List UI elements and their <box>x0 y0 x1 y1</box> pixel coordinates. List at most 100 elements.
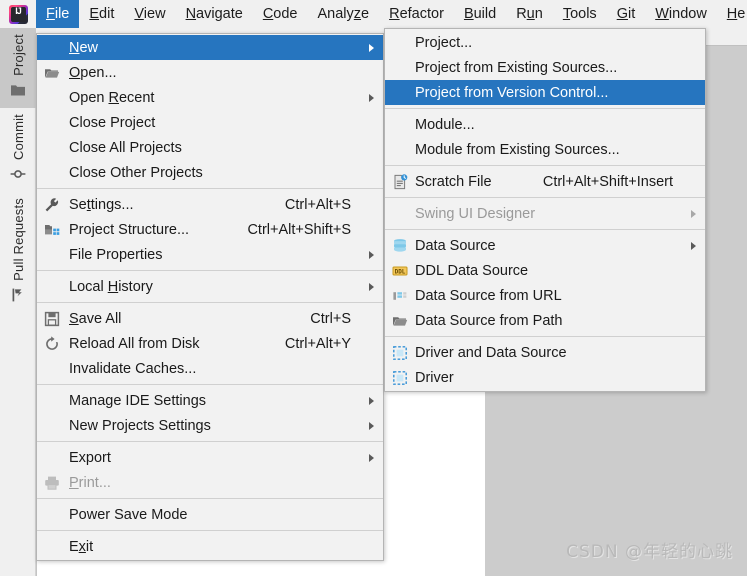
menu-item-new-projects-settings[interactable]: New Projects Settings <box>37 413 383 438</box>
menubar-item-code[interactable]: Code <box>253 0 308 28</box>
menu-item-print: Print... <box>37 470 383 495</box>
left-tool-strip: Project Commit Pull Requests <box>0 28 36 576</box>
menubar-item-label: Tools <box>562 6 597 22</box>
menu-item-close-project[interactable]: Close Project <box>37 110 383 135</box>
menu-item-data-source-from-url[interactable]: Data Source from URL <box>385 283 705 308</box>
menu-separator <box>385 108 705 109</box>
menu-item-label: Open Recent <box>69 89 155 106</box>
menu-item-data-source-from-path[interactable]: Data Source from Path <box>385 308 705 333</box>
menu-bar: File Edit View Navigate Code Analyze Refactor B… <box>0 0 747 28</box>
menubar-item-label: File <box>46 6 70 22</box>
menu-item-label: Local History <box>69 278 153 295</box>
menubar-item-label: Edit <box>89 6 115 22</box>
menu-item-swing-ui-designer: Swing UI Designer <box>385 201 705 226</box>
menu-item-project[interactable]: Project... <box>385 30 705 55</box>
menu-item-close-all-projects[interactable]: Close All Projects <box>37 135 383 160</box>
menu-item-invalidate-caches[interactable]: Invalidate Caches... <box>37 356 383 381</box>
menubar-item-view[interactable]: View <box>124 0 175 28</box>
chevron-right-icon <box>363 453 383 462</box>
menu-item-export[interactable]: Export <box>37 445 383 470</box>
menubar-item-edit[interactable]: Edit <box>79 0 124 28</box>
menu-item-data-source[interactable]: Data Source <box>385 233 705 258</box>
tool-window-tab-label: Pull Requests <box>10 197 26 281</box>
menu-item-open-recent[interactable]: Open Recent <box>37 85 383 110</box>
menu-item-label: DDL Data Source <box>415 262 529 279</box>
menubar-item-build[interactable]: Build <box>454 0 506 28</box>
menu-item-project-from-existing-sources[interactable]: Project from Existing Sources... <box>385 55 705 80</box>
menu-item-module[interactable]: Module... <box>385 112 705 137</box>
menu-item-label: Save All <box>69 310 122 327</box>
menu-item-label: Open... <box>69 64 117 81</box>
menu-item-project-from-version-control[interactable]: Project from Version Control... <box>385 80 705 105</box>
menu-item-file-properties[interactable]: File Properties <box>37 242 383 267</box>
menu-item-label: Driver <box>415 369 454 386</box>
menu-item-driver[interactable]: Driver <box>385 365 705 390</box>
menu-separator <box>37 441 383 442</box>
menu-item-exit[interactable]: Exit <box>37 534 383 559</box>
menu-item-label: Driver and Data Source <box>415 344 567 361</box>
menu-item-module-from-existing-sources[interactable]: Module from Existing Sources... <box>385 137 705 162</box>
menubar-item-label: Analyze <box>317 6 370 22</box>
menu-item-label: Export <box>69 449 111 466</box>
menubar-item-navigate[interactable]: Navigate <box>176 0 253 28</box>
menu-item-scratch-file[interactable]: Scratch File Ctrl+Alt+Shift+Insert <box>385 169 705 194</box>
svg-text:DDL: DDL <box>395 268 406 275</box>
menubar-item-refactor[interactable]: Refactor <box>379 0 454 28</box>
printer-icon <box>37 475 67 491</box>
menu-item-shortcut: Ctrl+Alt+Shift+S <box>247 221 351 238</box>
menubar-item-label: Run <box>516 6 543 22</box>
menu-item-label: Close All Projects <box>69 139 182 156</box>
chevron-right-icon <box>685 241 705 250</box>
save-icon <box>37 311 67 327</box>
tool-window-tab-label: Project <box>10 34 26 76</box>
menu-item-open[interactable]: Open... <box>37 60 383 85</box>
open-folder-icon <box>385 313 415 329</box>
menubar-item-label: Code <box>262 6 298 22</box>
menu-item-new[interactable]: New <box>37 35 383 60</box>
tool-window-tab-pull-requests[interactable]: Pull Requests <box>0 192 36 313</box>
menu-item-label: Data Source from Path <box>415 312 563 329</box>
menu-item-reload-all-from-disk[interactable]: Reload All from Disk Ctrl+Alt+Y <box>37 331 383 356</box>
menubar-item-run[interactable]: Run <box>506 0 553 28</box>
driver-icon <box>385 345 415 361</box>
menu-item-local-history[interactable]: Local History <box>37 274 383 299</box>
menu-item-shortcut: Ctrl+Alt+Shift+Insert <box>542 173 673 190</box>
menu-item-label: Close Project <box>69 114 156 131</box>
menu-item-label: Project from Existing Sources... <box>415 59 618 76</box>
menubar-item-git[interactable]: Git <box>607 0 646 28</box>
menubar-item-he[interactable]: He <box>717 0 747 28</box>
intellij-idea-logo-icon <box>0 0 36 28</box>
menu-item-label: New <box>69 39 99 56</box>
menubar-item-label: Refactor <box>389 6 444 22</box>
tool-window-tab-commit[interactable]: Commit <box>0 108 36 192</box>
tool-window-tab-project[interactable]: Project <box>0 28 36 108</box>
menubar-item-file[interactable]: File <box>36 0 80 28</box>
menubar-item-tools[interactable]: Tools <box>553 0 607 28</box>
menu-item-shortcut: Ctrl+Alt+Y <box>284 335 351 352</box>
open-folder-icon <box>37 65 67 81</box>
menu-item-manage-ide-settings[interactable]: Manage IDE Settings <box>37 388 383 413</box>
chevron-right-icon <box>363 43 383 52</box>
menu-item-shortcut: Ctrl+S <box>310 310 351 327</box>
menu-item-label: Manage IDE Settings <box>69 392 207 409</box>
menubar-item-analyze[interactable]: Analyze <box>308 0 380 28</box>
chevron-right-icon <box>363 93 383 102</box>
menu-item-close-other-projects[interactable]: Close Other Projects <box>37 160 383 185</box>
menu-item-settings[interactable]: Settings... Ctrl+Alt+S <box>37 192 383 217</box>
menu-item-label: Project from Version Control... <box>415 84 609 101</box>
menu-item-driver-and-data-source[interactable]: Driver and Data Source <box>385 340 705 365</box>
menu-item-ddl-data-source[interactable]: DDL DDL Data Source <box>385 258 705 283</box>
pull-request-icon <box>10 287 26 303</box>
menu-item-power-save-mode[interactable]: Power Save Mode <box>37 502 383 527</box>
menu-item-label: Settings... <box>69 196 134 213</box>
menu-separator <box>37 302 383 303</box>
menu-item-label: Project... <box>415 34 473 51</box>
menu-item-label: Module from Existing Sources... <box>415 141 620 158</box>
menu-item-save-all[interactable]: Save All Ctrl+S <box>37 306 383 331</box>
chevron-right-icon <box>363 250 383 259</box>
menu-item-project-structure[interactable]: Project Structure... Ctrl+Alt+Shift+S <box>37 217 383 242</box>
ddl-icon: DDL <box>385 263 415 279</box>
scratch-file-icon <box>385 173 415 190</box>
menubar-item-window[interactable]: Window <box>645 0 717 28</box>
menu-item-label: Data Source <box>415 237 496 254</box>
